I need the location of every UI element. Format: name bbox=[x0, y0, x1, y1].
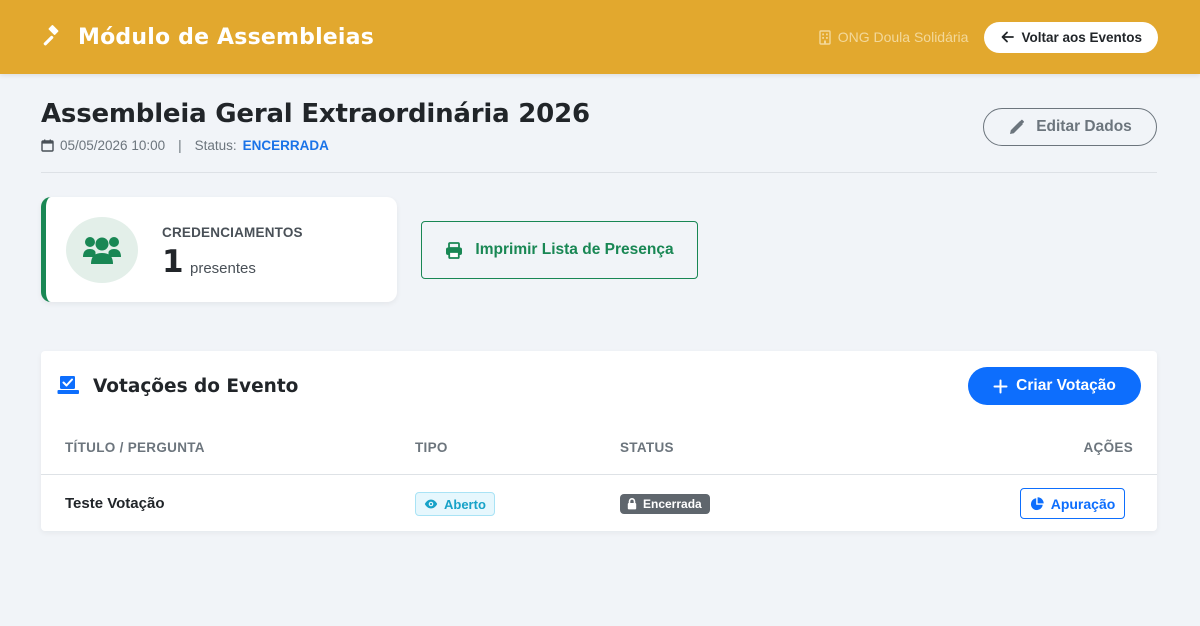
header-divider bbox=[41, 172, 1157, 173]
pie-chart-icon bbox=[1030, 496, 1044, 511]
vote-check-icon bbox=[57, 375, 80, 395]
back-to-events-button[interactable]: Voltar aos Eventos bbox=[984, 21, 1158, 53]
printer-icon bbox=[445, 241, 463, 259]
type-badge-label: Aberto bbox=[444, 496, 486, 512]
organization-info: ONG Doula Solidária bbox=[819, 29, 969, 45]
print-attendance-button[interactable]: Imprimir Lista de Presença bbox=[421, 221, 698, 279]
status-badge: Encerrada bbox=[620, 494, 710, 514]
page-title: Assembleia Geral Extraordinária 2026 bbox=[41, 99, 590, 129]
create-vote-button[interactable]: Criar Votação bbox=[968, 367, 1141, 405]
column-header-actions: AÇÕES bbox=[1083, 440, 1133, 455]
meta-separator: | bbox=[178, 138, 182, 153]
credentials-unit: presentes bbox=[190, 260, 256, 277]
table-header-divider bbox=[41, 474, 1157, 475]
type-badge: Aberto bbox=[415, 492, 495, 516]
credentials-label: CREDENCIAMENTOS bbox=[162, 225, 303, 240]
credentials-card: CREDENCIAMENTOS 1 presentes bbox=[41, 197, 397, 302]
votes-panel: Votações do Evento Criar Votação TÍTULO … bbox=[41, 351, 1157, 531]
results-label: Apuração bbox=[1050, 495, 1116, 512]
calendar-icon bbox=[41, 139, 54, 152]
event-meta: 05/05/2026 10:00 | Status: ENCERRADA bbox=[41, 138, 329, 153]
status-label: Status: bbox=[194, 138, 237, 153]
topbar-right: ONG Doula Solidária Voltar aos Eventos bbox=[819, 21, 1158, 53]
organization-name: ONG Doula Solidária bbox=[837, 29, 969, 45]
results-button[interactable]: Apuração bbox=[1020, 488, 1125, 519]
app-title: Módulo de Assembleias bbox=[78, 24, 375, 50]
edit-data-button[interactable]: Editar Dados bbox=[983, 108, 1157, 146]
event-datetime: 05/05/2026 10:00 bbox=[60, 138, 166, 153]
arrow-left-icon bbox=[1001, 31, 1015, 43]
gavel-icon bbox=[40, 25, 64, 49]
eye-icon bbox=[424, 499, 438, 509]
edit-data-label: Editar Dados bbox=[1036, 118, 1132, 135]
vote-title-cell: Teste Votação bbox=[65, 495, 165, 512]
votes-title: Votações do Evento bbox=[93, 376, 299, 397]
top-navbar: Módulo de Assembleias ONG Doula Solidári… bbox=[0, 0, 1200, 74]
pencil-icon bbox=[1008, 119, 1025, 136]
column-header-status: STATUS bbox=[620, 440, 674, 455]
credentials-count: 1 bbox=[162, 244, 184, 280]
status-value: ENCERRADA bbox=[242, 138, 329, 153]
column-header-type: TIPO bbox=[415, 440, 448, 455]
users-icon bbox=[82, 234, 122, 266]
lock-icon bbox=[627, 498, 637, 510]
create-vote-label: Criar Votação bbox=[1016, 377, 1116, 394]
credentials-icon-circle bbox=[66, 217, 138, 283]
back-to-events-label: Voltar aos Eventos bbox=[1021, 29, 1142, 45]
building-icon bbox=[819, 29, 831, 45]
brand[interactable]: Módulo de Assembleias bbox=[40, 25, 374, 50]
status-badge-label: Encerrada bbox=[643, 497, 702, 511]
column-header-title: TÍTULO / PERGUNTA bbox=[65, 440, 205, 455]
print-attendance-label: Imprimir Lista de Presença bbox=[475, 241, 674, 258]
plus-icon bbox=[993, 379, 1008, 394]
